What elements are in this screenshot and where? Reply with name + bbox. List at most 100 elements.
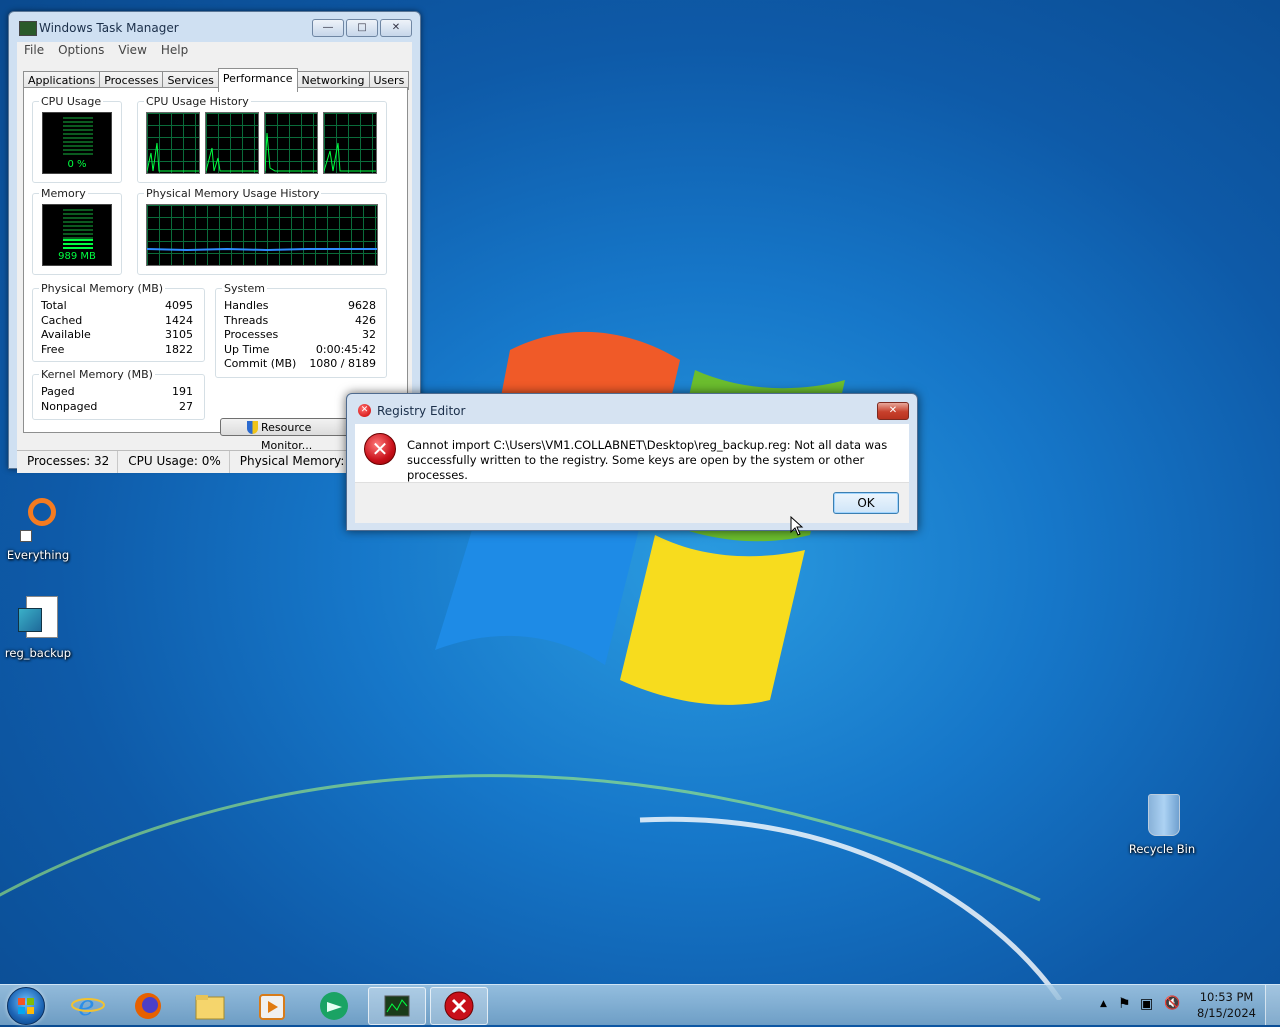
internet-explorer-icon: e bbox=[71, 989, 105, 1022]
error-title-icon: ✕ bbox=[358, 404, 371, 417]
stat-row: Handles 9628 bbox=[224, 299, 376, 312]
file-explorer-icon bbox=[195, 995, 225, 1020]
memory-meter: 989 MB bbox=[42, 204, 112, 266]
registry-file-icon bbox=[14, 594, 62, 642]
kernel-memory-group: Kernel Memory (MB) Paged 191 Nonpaged 27 bbox=[32, 368, 205, 420]
memory-history-graph bbox=[146, 204, 378, 266]
dialog-close-button[interactable]: ✕ bbox=[877, 402, 909, 420]
dialog-content: ✕ Cannot import C:\Users\VM1.COLLABNET\D… bbox=[355, 424, 909, 482]
minimize-button[interactable]: ― bbox=[312, 19, 344, 37]
error-icon: ✕ bbox=[364, 433, 396, 465]
physical-memory-group: Physical Memory (MB) Total 4095 Cached 142… bbox=[32, 282, 205, 362]
stat-row: Nonpaged 27 bbox=[41, 400, 193, 413]
memory-history-group: Physical Memory Usage History bbox=[137, 187, 387, 275]
cpu-core-2-graph bbox=[205, 112, 259, 174]
clock-date: 8/15/2024 bbox=[1197, 1006, 1256, 1020]
resource-monitor-button[interactable]: Resource Monitor... bbox=[220, 418, 360, 452]
status-processes: Processes: 32 bbox=[17, 451, 119, 473]
cpu-core-4-graph bbox=[323, 112, 377, 174]
stat-label: Available bbox=[41, 328, 91, 341]
status-cpu: CPU Usage: 0% bbox=[118, 451, 230, 473]
start-button[interactable] bbox=[7, 987, 45, 1025]
cpu-core-1-graph bbox=[146, 112, 200, 174]
stat-row: Cached 1424 bbox=[41, 314, 193, 327]
clock-time: 10:53 PM bbox=[1199, 990, 1254, 1004]
stat-label: Up Time bbox=[224, 343, 270, 356]
stat-value: 4095 bbox=[165, 299, 193, 312]
everything-icon bbox=[14, 496, 62, 544]
uac-shield-icon bbox=[247, 421, 258, 434]
desktop-icon-label: Recycle Bin bbox=[1128, 842, 1196, 856]
system-group: System Handles 9628 Threads 426 Processes 3… bbox=[215, 282, 387, 378]
taskbar-media-player[interactable] bbox=[244, 987, 300, 1023]
cpu-usage-group: CPU Usage 0 % bbox=[32, 95, 122, 183]
wallpaper-swoosh bbox=[0, 774, 1063, 1000]
action-center-flag-icon[interactable]: ⚑ bbox=[1118, 996, 1131, 1012]
stat-value: 426 bbox=[355, 314, 376, 327]
close-button[interactable]: ✕ bbox=[380, 19, 412, 37]
stat-row: Threads 426 bbox=[224, 314, 376, 327]
desktop-icon-everything[interactable]: Everything bbox=[0, 496, 76, 562]
taskbar-firefox[interactable] bbox=[120, 987, 176, 1023]
taskbar-task-manager[interactable] bbox=[368, 987, 426, 1025]
desktop-icon-label: reg_backup bbox=[4, 646, 72, 660]
stat-label: Commit (MB) bbox=[224, 357, 297, 370]
error-message: Cannot import C:\Users\VM1.COLLABNET\Des… bbox=[407, 438, 888, 482]
stat-row: Processes 32 bbox=[224, 328, 376, 341]
taskbar-registry-error[interactable] bbox=[430, 987, 488, 1025]
taskbar-file-explorer[interactable] bbox=[182, 987, 238, 1023]
cpu-usage-value: 0 % bbox=[67, 159, 87, 170]
stat-label: Handles bbox=[224, 299, 269, 312]
network-icon[interactable]: ▣ bbox=[1140, 996, 1153, 1012]
volume-muted-icon[interactable]: 🔇 bbox=[1164, 996, 1180, 1011]
stat-value: 1822 bbox=[165, 343, 193, 356]
menu-help[interactable]: Help bbox=[154, 42, 195, 60]
stat-value: 1424 bbox=[165, 314, 193, 327]
stat-label: Paged bbox=[41, 385, 75, 398]
show-hidden-icons-chevron-icon[interactable]: ▲ bbox=[1100, 999, 1107, 1009]
group-label: CPU Usage History bbox=[144, 95, 251, 108]
stat-row: Free 1822 bbox=[41, 343, 193, 356]
stat-label: Threads bbox=[224, 314, 269, 327]
stat-row: Paged 191 bbox=[41, 385, 193, 398]
show-desktop-button[interactable] bbox=[1265, 985, 1280, 1025]
stat-value: 1080 / 8189 bbox=[309, 357, 376, 370]
registry-error-icon bbox=[444, 991, 474, 1021]
stat-value: 27 bbox=[179, 400, 193, 413]
menu-bar: File Options View Help bbox=[17, 42, 412, 60]
maximize-button[interactable]: □ bbox=[346, 19, 378, 37]
tab-performance[interactable]: Performance bbox=[217, 68, 298, 92]
remote-icon bbox=[320, 992, 348, 1020]
desktop-icon-recycle-bin[interactable]: Recycle Bin bbox=[1124, 790, 1200, 856]
group-label: CPU Usage bbox=[39, 95, 104, 108]
mouse-cursor-icon bbox=[790, 516, 804, 536]
clock[interactable]: 10:53 PM 8/15/2024 bbox=[1197, 989, 1256, 1021]
registry-editor-dialog[interactable]: ✕ Registry Editor ✕ ✕ Cannot import C:\U… bbox=[346, 393, 918, 531]
window-title: Windows Task Manager bbox=[39, 21, 179, 35]
stat-label: Cached bbox=[41, 314, 83, 327]
stat-value: 3105 bbox=[165, 328, 193, 341]
ok-button[interactable]: OK bbox=[833, 492, 899, 514]
stat-label: Free bbox=[41, 343, 65, 356]
menu-view[interactable]: View bbox=[111, 42, 153, 60]
taskbar-internet-explorer[interactable]: e bbox=[60, 987, 116, 1023]
stat-row: Total 4095 bbox=[41, 299, 193, 312]
cpu-history-group: CPU Usage History bbox=[137, 95, 387, 183]
menu-file[interactable]: File bbox=[17, 42, 51, 60]
task-manager-titlebar[interactable]: Windows Task Manager ― □ ✕ bbox=[9, 12, 420, 42]
task-manager-app-icon bbox=[19, 21, 37, 36]
stat-row: Available 3105 bbox=[41, 328, 193, 341]
menu-options[interactable]: Options bbox=[51, 42, 111, 60]
taskbar: e ▲ ⚑ ▣ 🔇 10:53 PM 8/15/2024 bbox=[0, 984, 1280, 1025]
task-manager-icon bbox=[384, 995, 410, 1017]
svg-text:e: e bbox=[78, 989, 95, 1022]
cpu-core-3-graph bbox=[264, 112, 318, 174]
taskbar-remote-app[interactable] bbox=[306, 987, 362, 1023]
desktop-icon-label: Everything bbox=[6, 548, 70, 562]
system-tray: ▲ ⚑ ▣ 🔇 10:53 PM 8/15/2024 bbox=[1100, 985, 1280, 1025]
group-label: Physical Memory (MB) bbox=[39, 282, 166, 295]
stat-value: 0:00:45:42 bbox=[315, 343, 376, 356]
dialog-footer: OK bbox=[355, 482, 909, 523]
desktop-icon-reg-backup[interactable]: reg_backup bbox=[0, 594, 76, 660]
dialog-title: Registry Editor bbox=[377, 404, 466, 418]
